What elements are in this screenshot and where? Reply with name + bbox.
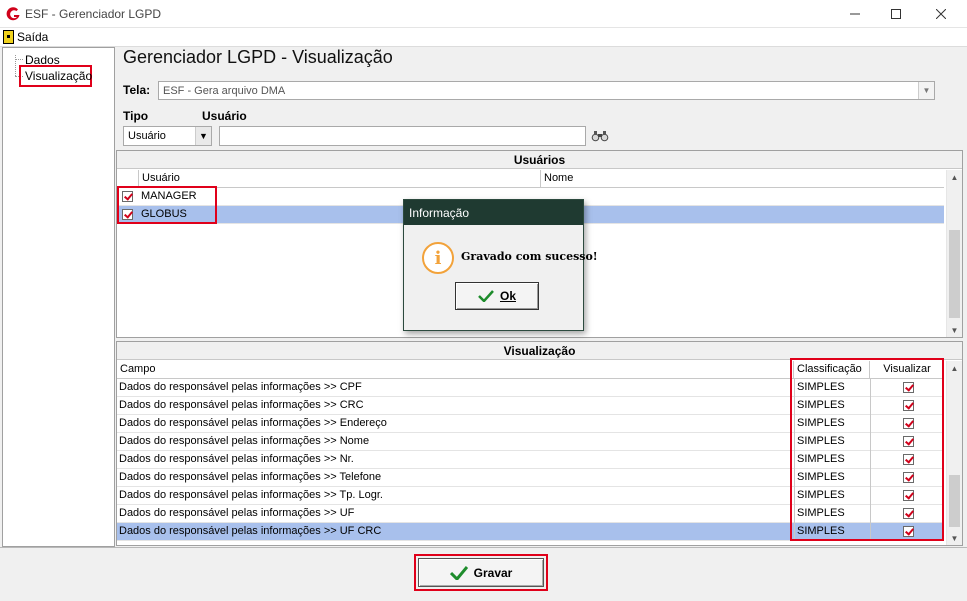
info-icon: i: [422, 242, 454, 274]
user-search-input[interactable]: [219, 126, 586, 146]
row-field: Dados do responsável pelas informações >…: [119, 489, 383, 501]
save-button[interactable]: Gravar: [418, 558, 544, 587]
scroll-down-icon[interactable]: ▼: [947, 323, 962, 337]
minimize-button[interactable]: [832, 0, 877, 28]
row-field: Dados do responsável pelas informações >…: [119, 507, 355, 519]
window-title-bar: ESF - Gerenciador LGPD: [0, 0, 967, 28]
row-field: Dados do responsável pelas informações >…: [119, 453, 354, 465]
highlight-box-users: [117, 186, 217, 224]
scroll-up-icon[interactable]: ▲: [947, 170, 962, 184]
page-title: Gerenciador LGPD - Visualização: [123, 47, 393, 67]
scroll-thumb[interactable]: [949, 230, 960, 318]
users-panel-title: Usuários: [117, 151, 962, 169]
ok-button-label: Ok: [499, 289, 516, 303]
menu-bar: Saída: [0, 28, 967, 47]
chevron-down-icon[interactable]: ▼: [918, 82, 934, 99]
row-field: Dados do responsável pelas informações >…: [119, 381, 362, 393]
scroll-thumb[interactable]: [949, 475, 960, 527]
maximize-button[interactable]: [873, 0, 918, 28]
ok-button[interactable]: Ok: [455, 282, 539, 310]
minimize-icon: [849, 13, 860, 15]
app-logo-icon: [6, 7, 20, 21]
screen-select-value: ESF - Gera arquivo DMA: [163, 85, 286, 97]
chevron-down-icon[interactable]: ▼: [195, 127, 211, 145]
checkmark-icon: [478, 290, 494, 302]
row-field: Dados do responsável pelas informações >…: [119, 417, 387, 429]
users-col-check: [117, 170, 139, 187]
type-select[interactable]: Usuário ▼: [123, 126, 212, 146]
type-label: Tipo: [123, 109, 149, 123]
users-scrollbar[interactable]: ▲ ▼: [946, 170, 962, 337]
close-button[interactable]: [918, 0, 963, 28]
users-col-name[interactable]: Nome: [541, 170, 944, 187]
close-icon: [935, 9, 946, 19]
users-col-user[interactable]: Usuário: [139, 170, 541, 187]
row-field: Dados do responsável pelas informações >…: [119, 471, 382, 483]
highlight-box-view-columns: [790, 358, 944, 541]
tree-item-visualizacao[interactable]: Visualização: [25, 69, 92, 83]
screen-select[interactable]: ESF - Gera arquivo DMA ▼: [158, 81, 935, 100]
dialog-message: Gravado com sucesso!: [461, 250, 598, 263]
checkmark-icon: [449, 565, 468, 580]
scroll-down-icon[interactable]: ▼: [947, 531, 962, 545]
view-col-field[interactable]: Campo: [117, 361, 794, 378]
user-label: Usuário: [202, 109, 247, 123]
window-title: ESF - Gerenciador LGPD: [25, 7, 162, 21]
navigation-tree: Dados Visualização: [2, 47, 115, 547]
dialog-title: Informação: [404, 200, 583, 225]
screen-label: Tela:: [123, 83, 151, 97]
maximize-icon: [890, 9, 901, 19]
row-field: Dados do responsável pelas informações >…: [119, 525, 382, 537]
tree-connector: [15, 59, 23, 60]
users-grid-header: Usuário Nome: [117, 170, 944, 188]
row-field: Dados do responsável pelas informações >…: [119, 399, 364, 411]
search-button[interactable]: [588, 126, 612, 146]
binoculars-icon: [591, 131, 609, 142]
save-button-label: Gravar: [473, 565, 513, 580]
info-dialog: Informação i Gravado com sucesso! Ok: [403, 199, 598, 331]
type-select-value: Usuário: [128, 130, 166, 142]
door-exit-icon[interactable]: [3, 30, 14, 44]
row-field: Dados do responsável pelas informações >…: [119, 435, 370, 447]
view-scrollbar[interactable]: ▲ ▼: [946, 361, 962, 545]
menu-item-exit[interactable]: Saída: [17, 30, 48, 44]
scroll-up-icon[interactable]: ▲: [947, 361, 962, 375]
